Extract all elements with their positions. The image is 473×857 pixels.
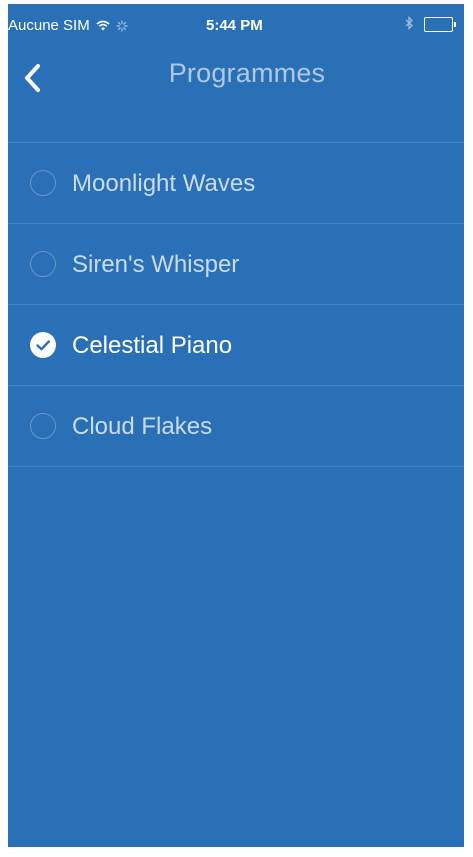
status-bar: Aucune SIM 5:44 PM — [8, 4, 464, 44]
empty-circle-icon[interactable] — [30, 413, 56, 439]
list-item-label: Moonlight Waves — [72, 170, 256, 197]
page-title: Programmes — [168, 58, 326, 88]
programme-list: Moonlight Waves Siren's Whisper Celestial … — [8, 142, 464, 467]
empty-circle-icon[interactable] — [30, 170, 56, 196]
navigation-bar: Programmes — [8, 44, 464, 104]
bluetooth-icon — [405, 15, 414, 33]
status-time: 5:44 PM — [206, 17, 263, 34]
carrier-label: Aucune SIM — [8, 17, 90, 34]
activity-spinner-icon — [116, 19, 128, 32]
carrier-group: Aucune SIM — [8, 17, 128, 34]
empty-circle-icon[interactable] — [30, 251, 56, 277]
list-item-label: Cloud Flakes — [72, 413, 213, 440]
list-item[interactable]: Celestial Piano — [8, 305, 464, 386]
list-item[interactable]: Siren's Whisper — [8, 224, 464, 305]
programmes-screen: Aucune SIM 5:44 PM Programmes Moonlight … — [8, 4, 464, 847]
list-item-label: Celestial Piano — [72, 332, 233, 359]
battery-icon — [424, 17, 456, 32]
checkmark-circle-icon[interactable] — [30, 332, 56, 358]
list-item-label: Siren's Whisper — [72, 251, 240, 278]
wifi-icon — [96, 20, 110, 31]
list-item[interactable]: Moonlight Waves — [8, 143, 464, 224]
status-right-group — [405, 15, 456, 33]
list-item[interactable]: Cloud Flakes — [8, 386, 464, 467]
